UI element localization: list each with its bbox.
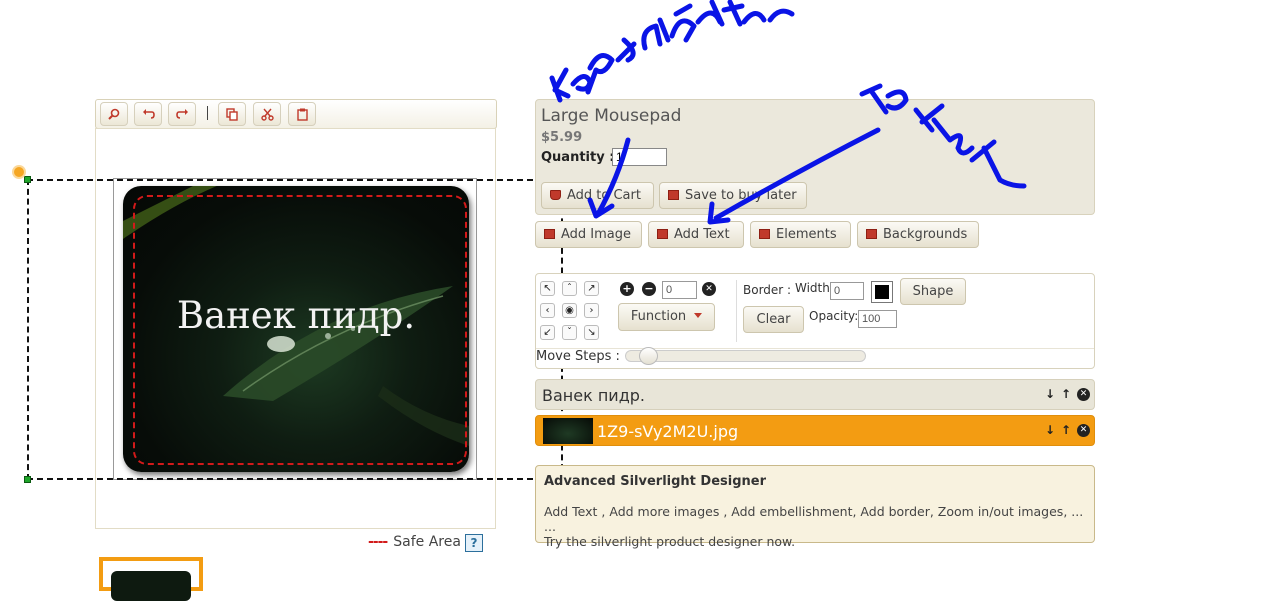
backgrounds-button[interactable]: Backgrounds (857, 221, 979, 248)
elements-label: Elements (776, 227, 837, 242)
delete-layer-icon[interactable]: ✕ (1077, 388, 1090, 401)
backgrounds-icon (866, 229, 877, 239)
move-up-left-button[interactable]: ↖ (540, 281, 555, 296)
redo-icon (176, 109, 188, 119)
border-color-picker[interactable] (871, 281, 893, 303)
cut-icon (261, 108, 274, 121)
rotate-handle[interactable] (12, 165, 26, 179)
rotate-input[interactable] (662, 281, 697, 299)
undo-button[interactable] (134, 102, 162, 126)
side-thumbnail[interactable] (99, 557, 203, 601)
function-dropdown[interactable]: Function (618, 303, 715, 331)
opacity-label: Opacity: (809, 309, 859, 323)
safe-area-swatch: ---- (368, 534, 388, 550)
zoom-button[interactable] (100, 102, 128, 126)
move-layer-up-icon[interactable]: ↑ (1061, 387, 1071, 401)
add-to-cart-button[interactable]: Add to Cart (541, 182, 654, 209)
rotate-reset-icon[interactable]: ✕ (702, 282, 716, 296)
paste-button[interactable] (288, 102, 316, 126)
width-label: Width (795, 281, 830, 295)
move-center-button[interactable]: ◉ (562, 303, 577, 318)
move-left-button[interactable]: ‹ (540, 303, 555, 318)
layer-label: Ванек пидр. (542, 386, 645, 405)
move-down-right-button[interactable]: ↘ (584, 325, 599, 340)
add-text-label: Add Text (674, 227, 730, 242)
function-label: Function (630, 309, 687, 324)
add-image-label: Add Image (561, 227, 632, 242)
save-icon (668, 190, 679, 200)
toolbar-separator (207, 106, 208, 120)
paste-icon (297, 108, 308, 121)
move-down-button[interactable]: ˇ (562, 325, 577, 340)
info-line-2: Try the silverlight product designer now… (544, 534, 796, 549)
clear-button[interactable]: Clear (743, 306, 804, 333)
border-label: Border : (743, 283, 792, 297)
undo-icon (143, 109, 155, 119)
annotation-word-kartinka (549, 0, 795, 103)
move-down-left-button[interactable]: ↙ (540, 325, 555, 340)
delete-layer-icon[interactable]: ✕ (1077, 424, 1090, 437)
add-text-button[interactable]: Add Text (648, 221, 744, 248)
layer-row-image[interactable]: 1Z9-sVy2M2U.jpg ↓ ↑ ✕ (535, 415, 1095, 446)
help-icon[interactable]: ? (464, 534, 483, 552)
quantity-input[interactable] (612, 148, 667, 166)
copy-icon (226, 108, 238, 121)
rotate-plus-icon[interactable]: + (620, 282, 634, 296)
layer-label: 1Z9-sVy2M2U.jpg (597, 422, 739, 441)
move-layer-up-icon[interactable]: ↑ (1061, 423, 1071, 437)
opacity-input[interactable] (858, 310, 897, 328)
designer-toolbar (95, 99, 497, 129)
color-swatch-fill (875, 285, 889, 299)
move-steps-slider[interactable] (625, 350, 866, 362)
cart-icon (550, 190, 561, 200)
save-to-buy-later-label: Save to buy later (685, 188, 797, 203)
product-price: $5.99 (541, 130, 583, 145)
move-up-right-button[interactable]: ↗ (584, 281, 599, 296)
info-title: Advanced Silverlight Designer (544, 474, 767, 489)
resize-handle-top-left[interactable] (24, 176, 31, 183)
text-icon (657, 229, 668, 239)
redo-button[interactable] (168, 102, 196, 126)
rotate-minus-icon[interactable]: − (642, 282, 656, 296)
selection-box[interactable] (27, 179, 563, 480)
backgrounds-label: Backgrounds (883, 227, 968, 242)
shape-button[interactable]: Shape (900, 278, 966, 305)
copy-button[interactable] (218, 102, 246, 126)
elements-button[interactable]: Elements (750, 221, 851, 248)
move-right-button[interactable]: › (584, 303, 599, 318)
border-width-input[interactable] (830, 282, 864, 300)
image-icon (544, 229, 555, 239)
chevron-down-icon (694, 313, 703, 318)
move-layer-down-icon[interactable]: ↓ (1045, 423, 1055, 437)
quantity-label: Quantity : (541, 150, 615, 165)
elements-icon (759, 229, 770, 239)
add-image-button[interactable]: Add Image (535, 221, 642, 248)
safe-area-legend: ---- Safe Area? (368, 534, 483, 552)
cut-button[interactable] (253, 102, 281, 126)
move-up-button[interactable]: ˆ (562, 281, 577, 296)
move-steps-label: Move Steps : (536, 349, 620, 364)
layer-row-text[interactable]: Ванек пидр. ↓ ↑ ✕ (535, 379, 1095, 410)
resize-handle-bottom-left[interactable] (24, 476, 31, 483)
layer-thumbnail (543, 418, 593, 444)
info-body: Add Text , Add more images , Add embelli… (544, 504, 1084, 549)
safe-area-label: Safe Area (393, 534, 461, 550)
product-name: Large Mousepad (541, 106, 682, 126)
faded-logo (110, 58, 310, 80)
panel-divider (736, 280, 737, 342)
thumbnail-image (111, 571, 191, 601)
add-to-cart-label: Add to Cart (567, 188, 641, 203)
info-line-1: Add Text , Add more images , Add embelli… (544, 504, 1084, 534)
zoom-icon (108, 108, 120, 120)
move-layer-down-icon[interactable]: ↓ (1045, 387, 1055, 401)
move-steps-slider-knob[interactable] (639, 347, 658, 365)
save-to-buy-later-button[interactable]: Save to buy later (659, 182, 807, 209)
